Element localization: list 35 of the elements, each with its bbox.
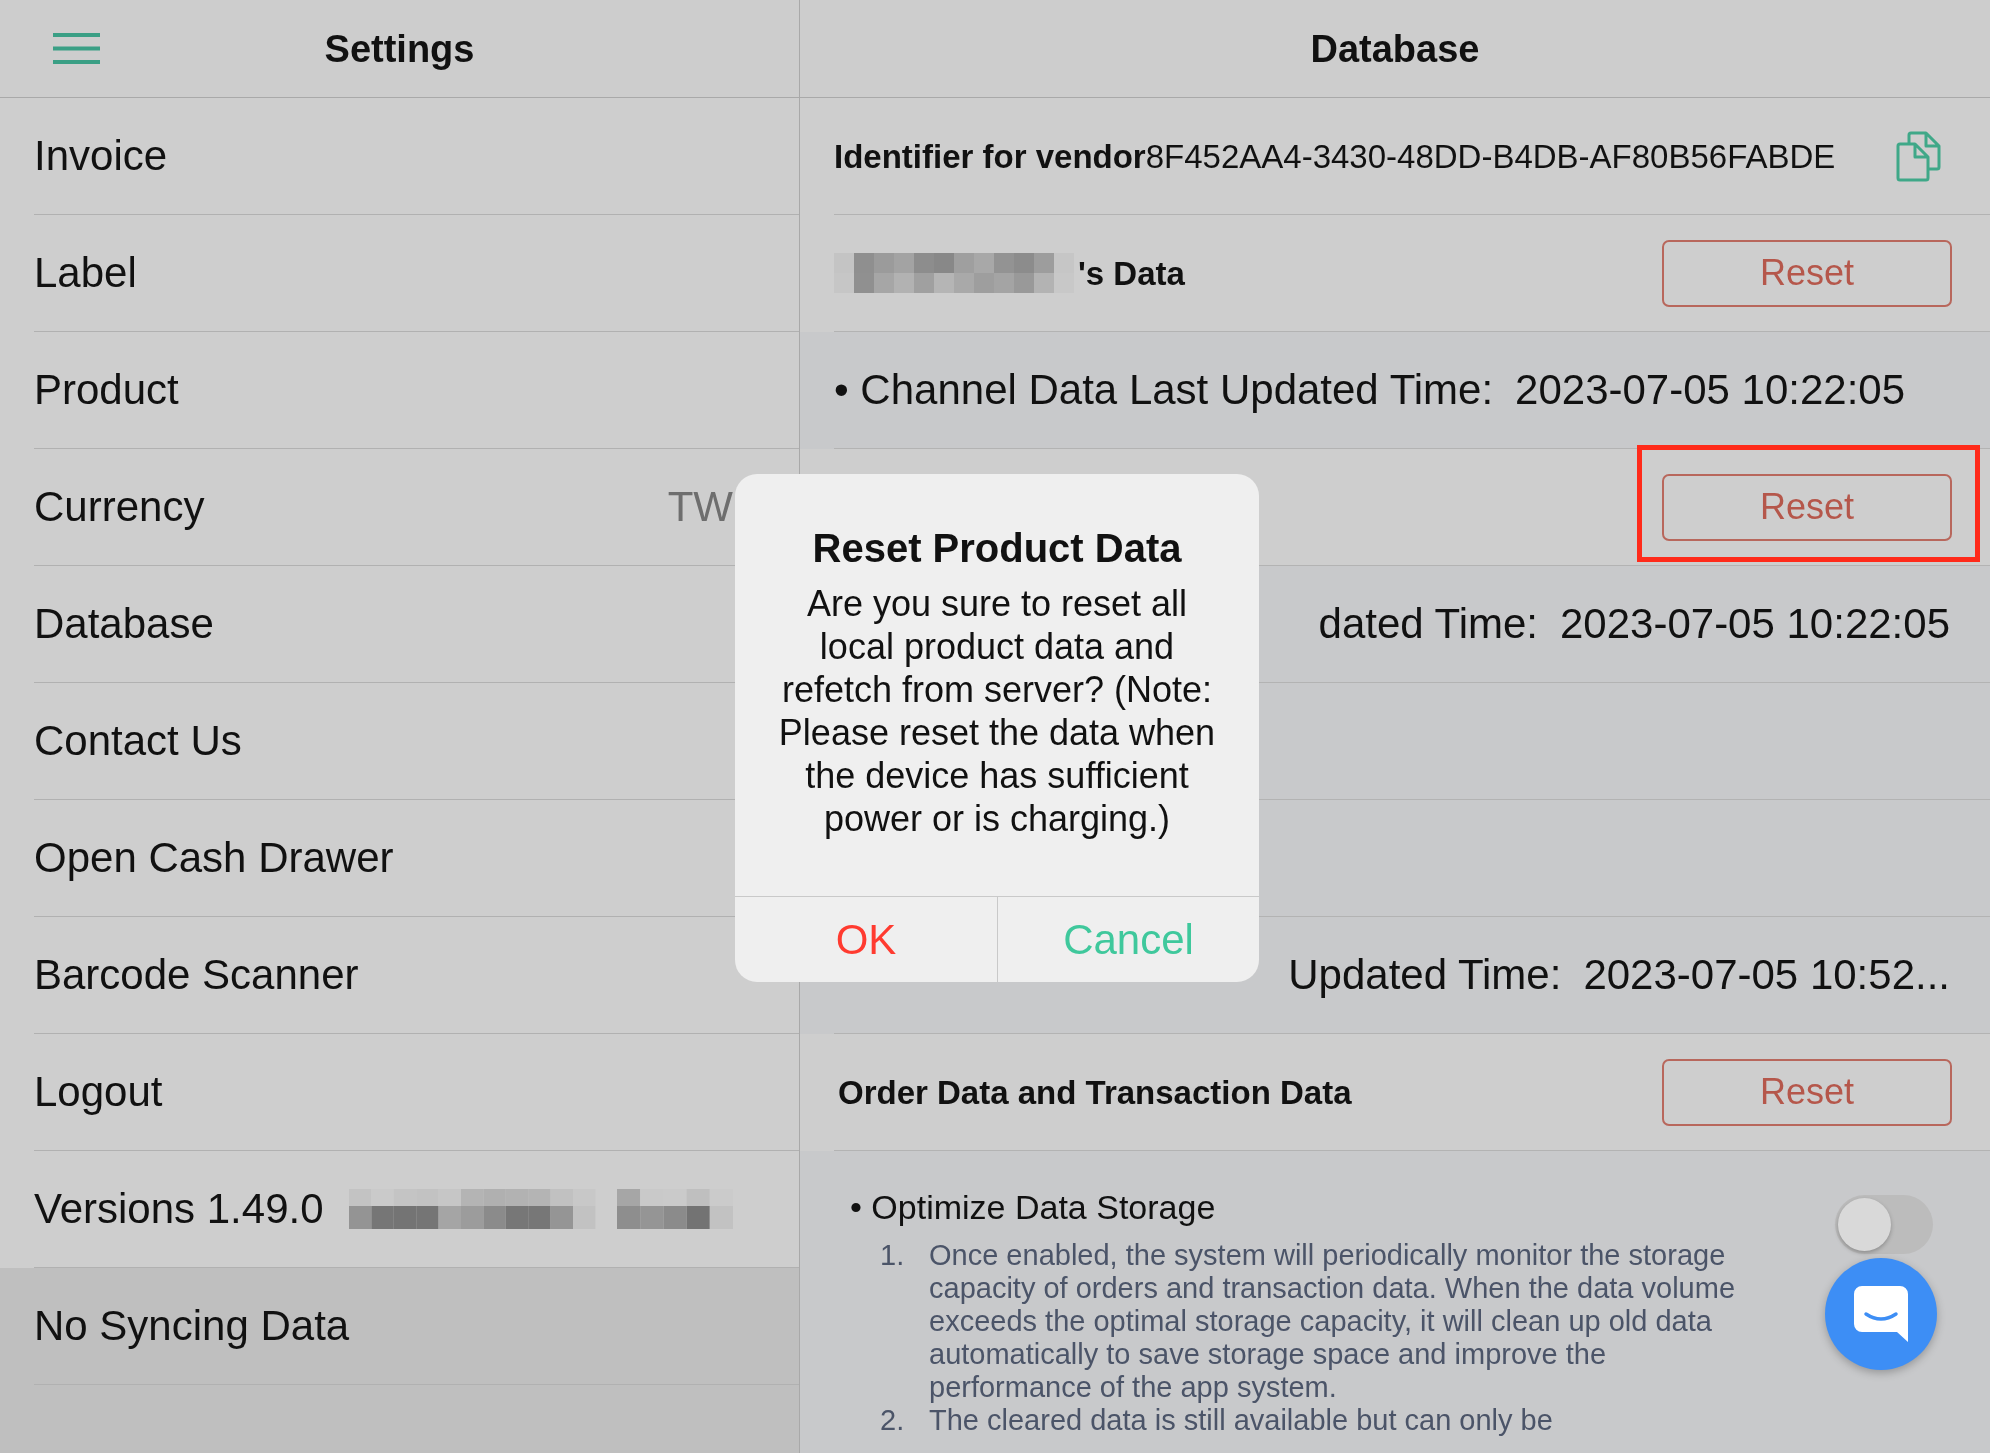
sync-status-text: No Syncing Data <box>34 1305 350 1347</box>
row-label: Identifier for vendor <box>834 139 1146 173</box>
row-label: Order Data and Transaction Data <box>838 1075 1352 1109</box>
panel-title: Database <box>1310 29 1480 68</box>
note-text: Once enabled, the system will periodically monitor the storage capacity of orders and transaction data. When the data volume exceeds the optimal storage capacity, it will clean up old data automatically to save storage space and improve the performance of the app system. <box>929 1239 1737 1404</box>
sidebar-item[interactable]: Label <box>34 252 137 294</box>
toggle-switch[interactable] <box>1835 1195 1933 1254</box>
note-text: The cleared data is still available but can only be <box>929 1404 1554 1437</box>
timestamp-text: 2023-07-05 10:52... <box>1583 954 1950 996</box>
row-label: dated Time: <box>1318 603 1538 645</box>
timestamp-text: 2023-07-05 10:22:05 <box>1515 369 1906 411</box>
version-label: Versions 1.49.0 <box>34 1188 324 1230</box>
chat-bubble-icon <box>1854 1286 1908 1342</box>
sidebar-item[interactable]: Logout <box>34 1071 163 1113</box>
section-label: • Optimize Data Storage <box>850 1187 1217 1227</box>
dialog-title: Reset Product Data <box>812 525 1182 572</box>
identifier-text: 8F452AA4-3430-48DD-B4DB-AF80B56FABDE <box>1145 139 1836 173</box>
sidebar-item[interactable]: Currency <box>34 486 205 528</box>
sidebar-item[interactable]: Contact Us <box>34 720 242 762</box>
list-number: 2. <box>880 1404 906 1437</box>
panel-title: Settings <box>324 29 475 68</box>
row-label: Updated Time: <box>1288 954 1562 996</box>
dialog-message: Are you sure to reset all local product data and refetch from server? (Note: Please reset the data when the device has sufficient power or is charging.) <box>777 582 1217 840</box>
row-label: 's Data <box>1078 256 1185 290</box>
sidebar-item[interactable]: Invoice <box>34 135 168 177</box>
sidebar-item[interactable]: Product <box>34 369 179 411</box>
menu-icon[interactable] <box>53 33 100 64</box>
timestamp-text: 2023-07-05 10:22:05 <box>1560 603 1950 645</box>
sidebar-item[interactable]: Database <box>34 603 214 645</box>
row-label: • Channel Data Last Updated Time: <box>834 369 1494 411</box>
list-number: 1. <box>880 1239 906 1273</box>
sidebar-item[interactable]: Open Cash Drawer <box>34 837 394 879</box>
currency-value: TW <box>667 486 733 528</box>
sidebar-item[interactable]: Barcode Scanner <box>34 954 359 996</box>
copy-icon[interactable] <box>1895 130 1942 182</box>
